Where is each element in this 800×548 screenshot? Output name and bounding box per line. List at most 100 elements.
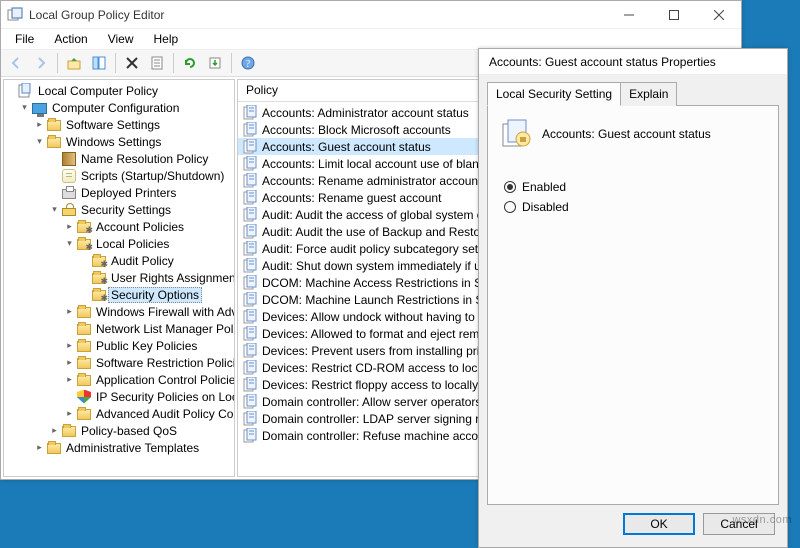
tree-node-ipsec[interactable]: IP Security Policies on Local Computer xyxy=(64,388,234,405)
tree-node-pkp[interactable]: ▸Public Key Policies xyxy=(64,337,234,354)
policy-item-icon xyxy=(242,241,258,257)
menu-view[interactable]: View xyxy=(98,31,144,47)
forward-button[interactable] xyxy=(30,52,52,74)
menu-action[interactable]: Action xyxy=(44,31,97,47)
svg-text:?: ? xyxy=(246,59,251,70)
expand-icon[interactable]: ▸ xyxy=(64,218,75,235)
tree-root: Local Computer Policy ▾ Computer Configu… xyxy=(4,80,234,458)
tree-node-local-computer-policy[interactable]: Local Computer Policy xyxy=(4,82,234,99)
dialog-title[interactable]: Accounts: Guest account status Propertie… xyxy=(479,49,787,75)
folder-icon xyxy=(77,341,91,352)
policy-icon xyxy=(17,83,33,99)
tree-label: Software Restriction Policies xyxy=(93,356,235,370)
tree-node-deployed-printers[interactable]: Deployed Printers xyxy=(49,184,234,201)
tree-node-security-settings[interactable]: ▾ Security Settings xyxy=(49,201,234,218)
folder-icon xyxy=(77,375,91,386)
shield-icon xyxy=(77,390,91,404)
policy-item-icon xyxy=(242,428,258,444)
policy-item-icon xyxy=(242,207,258,223)
list-item-label: Accounts: Administrator account status xyxy=(262,106,469,120)
policy-heading: Accounts: Guest account status xyxy=(542,127,711,141)
tree-label: Security Options xyxy=(108,287,202,303)
tree-node-audit-policy[interactable]: Audit Policy xyxy=(79,252,234,269)
collapse-icon[interactable]: ▾ xyxy=(19,99,30,116)
list-item-label: Audit: Force audit policy subcategory se… xyxy=(262,242,503,256)
expand-icon[interactable]: ▸ xyxy=(64,303,75,320)
show-hide-tree-button[interactable] xyxy=(88,52,110,74)
folder-gear-icon xyxy=(92,273,106,284)
radio-label: Disabled xyxy=(522,200,569,214)
collapse-icon[interactable]: ▾ xyxy=(49,201,60,218)
collapse-icon[interactable]: ▾ xyxy=(64,235,75,252)
menu-help[interactable]: Help xyxy=(144,31,189,47)
tree-node-user-rights[interactable]: User Rights Assignment xyxy=(79,269,234,286)
tree-node-windows-firewall[interactable]: ▸ Windows Firewall with Advanced Security xyxy=(64,303,234,320)
expand-icon[interactable]: ▸ xyxy=(64,405,75,422)
tree-node-software-settings[interactable]: ▸ Software Settings xyxy=(34,116,234,133)
tree-node-name-resolution-policy[interactable]: Name Resolution Policy xyxy=(49,150,234,167)
policy-item-icon xyxy=(242,105,258,121)
refresh-button[interactable] xyxy=(179,52,201,74)
menu-file[interactable]: File xyxy=(5,31,44,47)
tree-node-aap[interactable]: ▸Advanced Audit Policy Configuration xyxy=(64,405,234,422)
expand-icon[interactable]: ▸ xyxy=(34,116,45,133)
tab-local-security-setting[interactable]: Local Security Setting xyxy=(487,82,621,106)
policy-large-icon xyxy=(500,118,532,150)
collapse-icon[interactable]: ▾ xyxy=(34,133,45,150)
expand-icon[interactable] xyxy=(4,82,15,99)
back-button[interactable] xyxy=(5,52,27,74)
tree-node-acp[interactable]: ▸Application Control Policies xyxy=(64,371,234,388)
tree-node-windows-settings[interactable]: ▾ Windows Settings xyxy=(34,133,234,150)
expand-icon[interactable]: ▸ xyxy=(49,422,60,439)
tree-label: Local Computer Policy xyxy=(35,84,161,98)
policy-item-icon xyxy=(242,377,258,393)
tree-label: Network List Manager Policies xyxy=(93,322,235,336)
maximize-button[interactable] xyxy=(651,1,696,29)
properties-dialog: Accounts: Guest account status Propertie… xyxy=(478,48,788,548)
policy-item-icon xyxy=(242,156,258,172)
book-icon xyxy=(62,152,76,166)
tree-node-account-policies[interactable]: ▸Account Policies xyxy=(64,218,234,235)
radio-enabled[interactable]: Enabled xyxy=(504,180,766,194)
tab-explain[interactable]: Explain xyxy=(620,82,677,106)
tab-panel: Accounts: Guest account status Enabled D… xyxy=(487,105,779,505)
tree-node-local-policies[interactable]: ▾ Local Policies xyxy=(64,235,234,252)
menubar: File Action View Help xyxy=(1,29,741,49)
tree-node-policy-qos[interactable]: ▸Policy-based QoS xyxy=(49,422,234,439)
expand-icon[interactable]: ▸ xyxy=(64,354,75,371)
minimize-button[interactable] xyxy=(606,1,651,29)
tree-node-security-options[interactable]: Security Options xyxy=(79,286,234,303)
expand-icon[interactable]: ▸ xyxy=(34,439,45,456)
policy-item-icon xyxy=(242,122,258,138)
up-button[interactable] xyxy=(63,52,85,74)
tree-node-nlmp[interactable]: Network List Manager Policies xyxy=(64,320,234,337)
close-button[interactable] xyxy=(696,1,741,29)
tree-label: Windows Firewall with Advanced Security xyxy=(93,305,235,319)
radio-disabled[interactable]: Disabled xyxy=(504,200,766,214)
properties-button[interactable] xyxy=(146,52,168,74)
tree-label: Deployed Printers xyxy=(78,186,179,200)
tree-node-computer-configuration[interactable]: ▾ Computer Configuration xyxy=(19,99,234,116)
folder-gear-icon xyxy=(77,222,91,233)
toolbar-separator xyxy=(231,53,232,73)
help-button[interactable]: ? xyxy=(237,52,259,74)
ok-button[interactable]: OK xyxy=(623,513,695,535)
policy-item-icon xyxy=(242,173,258,189)
folder-icon xyxy=(47,120,61,131)
list-item-label: Accounts: Rename guest account xyxy=(262,191,441,205)
policy-item-icon xyxy=(242,309,258,325)
tree-pane[interactable]: Local Computer Policy ▾ Computer Configu… xyxy=(3,79,235,477)
policy-item-icon xyxy=(242,292,258,308)
tree-label: Security Settings xyxy=(78,203,174,217)
expand-icon[interactable]: ▸ xyxy=(64,371,75,388)
export-button[interactable] xyxy=(204,52,226,74)
expand-icon[interactable]: ▸ xyxy=(64,337,75,354)
tree-label: Scripts (Startup/Shutdown) xyxy=(78,169,227,183)
tree-node-scripts[interactable]: Scripts (Startup/Shutdown) xyxy=(49,167,234,184)
titlebar[interactable]: Local Group Policy Editor xyxy=(1,1,741,29)
policy-item-icon xyxy=(242,326,258,342)
folder-icon xyxy=(77,324,91,335)
tree-node-srp[interactable]: ▸ Software Restriction Policies xyxy=(64,354,234,371)
delete-button[interactable] xyxy=(121,52,143,74)
tree-node-admin-templates[interactable]: ▸Administrative Templates xyxy=(34,439,234,456)
